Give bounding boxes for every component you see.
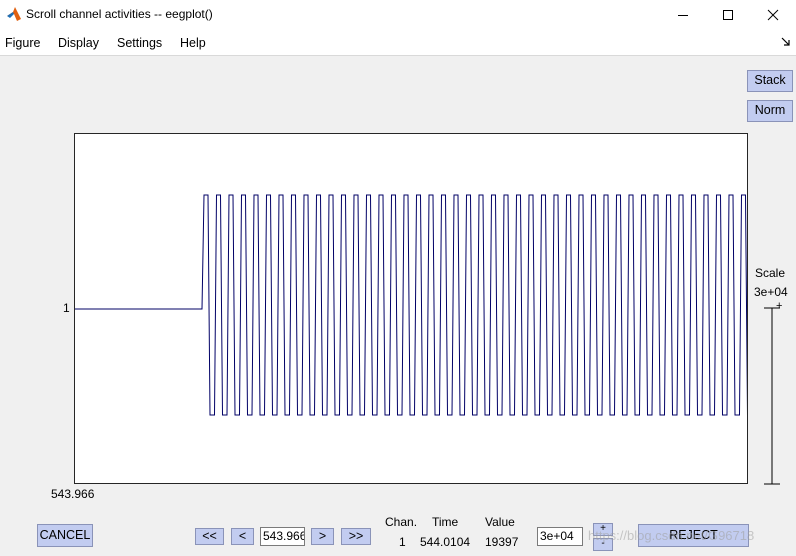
nav-next-button[interactable]: > [311,528,334,545]
watermark-text: https://blog.csdn.net/G96718 [588,528,755,543]
menu-settings[interactable]: Settings [117,36,162,50]
menu-help[interactable]: Help [180,36,206,50]
close-button[interactable] [750,0,796,30]
eeg-trace-line [75,194,747,416]
nav-last-button[interactable]: >> [341,528,371,545]
dock-arrow-icon[interactable] [781,37,791,47]
maximize-icon [723,10,733,20]
channel-label: 1 [63,301,70,315]
nav-first-button[interactable]: << [195,528,224,545]
close-icon [767,9,779,21]
window-title: Scroll channel activities -- eegplot() [26,7,213,21]
title-bar[interactable]: Scroll channel activities -- eegplot() [0,0,796,30]
menu-bar: Figure Display Settings Help [0,30,796,56]
time-input[interactable]: 543.966 [260,527,305,546]
stack-button[interactable]: Stack [747,70,793,92]
scale-label: Scale [755,266,786,280]
chan-value: 1 [399,535,406,549]
maximize-button[interactable] [705,0,751,30]
cancel-button[interactable]: CANCEL [37,524,93,547]
menu-figure[interactable]: Figure [5,36,40,50]
matlab-icon [7,7,21,21]
value-header: Value [485,515,515,529]
value-value: 19397 [485,535,519,549]
eeg-plot-area[interactable] [74,133,748,484]
minimize-button[interactable] [660,0,706,30]
menu-display[interactable]: Display [58,36,99,50]
scale-input[interactable]: 3e+04 [537,527,583,546]
scale-bar [764,307,780,485]
nav-prev-button[interactable]: < [231,528,254,545]
norm-button[interactable]: Norm [747,100,793,122]
time-header: Time [432,515,459,529]
minimize-icon [678,15,688,16]
chan-header: Chan. [385,515,418,529]
time-value: 544.0104 [420,535,471,549]
scale-value: 3e+04 [754,285,788,299]
time-start-label: 543.966 [51,487,95,501]
eeg-trace [75,194,747,416]
